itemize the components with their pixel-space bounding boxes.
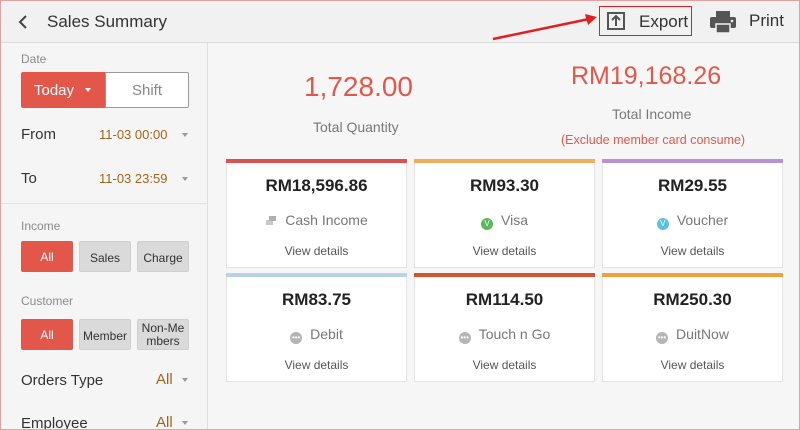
card-method: Cash Income xyxy=(227,212,406,228)
visa-icon: V xyxy=(481,218,493,230)
card-accent-bar xyxy=(602,159,783,163)
card-method-label: Voucher xyxy=(676,212,729,228)
card-method: ••• Touch n Go xyxy=(415,326,594,344)
view-details-link[interactable]: View details xyxy=(415,244,594,258)
card-amount: RM29.55 xyxy=(658,176,727,195)
to-date-selector[interactable]: 11-03 23:59 xyxy=(99,171,167,186)
card-amount: RM250.30 xyxy=(653,290,732,309)
income-all-chip[interactable]: All xyxy=(21,241,73,272)
card-method-label: DuitNow xyxy=(676,326,729,342)
payment-card-duitnow[interactable]: RM250.30 ••• DuitNow View details xyxy=(602,273,783,382)
card-amount: RM93.30 xyxy=(470,176,539,195)
payment-card-visa[interactable]: RM93.30 V Visa View details xyxy=(414,159,595,268)
from-date-selector[interactable]: 11-03 00:00 xyxy=(99,127,167,142)
filter-sidebar: Date Today Shift From 11-03 00:00 To 11-… xyxy=(1,43,208,430)
total-income-label: Total Income xyxy=(612,106,692,122)
card-method-label: Cash Income xyxy=(285,212,368,228)
from-label: From xyxy=(21,126,56,143)
export-label: Export xyxy=(639,12,689,31)
card-accent-bar xyxy=(226,273,407,277)
from-caret-icon xyxy=(182,133,188,137)
export-button[interactable]: Export xyxy=(599,6,692,36)
card-accent-bar xyxy=(226,159,407,163)
non-members-line-2: mbers xyxy=(146,334,180,348)
income-note: (Exclude member card consume) xyxy=(561,133,746,147)
card-method: V Voucher xyxy=(603,212,782,230)
card-accent-bar xyxy=(602,273,783,277)
tab-today[interactable]: Today xyxy=(21,72,105,108)
annotation-arrow xyxy=(492,14,597,41)
customer-section-label: Customer xyxy=(21,294,74,308)
view-details-link[interactable]: View details xyxy=(227,244,406,258)
orders-type-caret-icon xyxy=(182,378,188,382)
card-accent-bar xyxy=(414,159,595,163)
export-icon xyxy=(607,12,625,30)
card-method: ••• Debit xyxy=(227,326,406,344)
view-details-link[interactable]: View details xyxy=(415,358,594,372)
duitnow-icon: ••• xyxy=(656,332,669,344)
card-amount: RM18,596.86 xyxy=(265,176,368,195)
card-method: ••• DuitNow xyxy=(603,326,782,344)
customer-member-chip[interactable]: Member xyxy=(79,319,131,350)
debit-icon: ••• xyxy=(290,332,303,344)
to-caret-icon xyxy=(182,177,188,181)
back-arrow-icon[interactable] xyxy=(13,10,33,34)
app-window: Sales Summary Export Print Date Today Sh… xyxy=(0,0,800,430)
card-amount: RM114.50 xyxy=(465,290,544,309)
card-method-label: Debit xyxy=(310,326,343,342)
card-amount: RM83.75 xyxy=(282,290,351,309)
total-quantity-label: Total Quantity xyxy=(313,119,399,135)
income-sales-chip[interactable]: Sales xyxy=(79,241,131,272)
orders-type-selector[interactable]: All xyxy=(156,371,173,388)
view-details-link[interactable]: View details xyxy=(603,244,782,258)
payment-card-debit[interactable]: RM83.75 ••• Debit View details xyxy=(226,273,407,382)
divider xyxy=(1,203,208,204)
to-label: To xyxy=(21,170,37,187)
payment-card-voucher[interactable]: RM29.55 V Voucher View details xyxy=(602,159,783,268)
total-quantity-value: 1,728.00 xyxy=(304,71,413,102)
card-accent-bar xyxy=(414,273,595,277)
total-income-value: RM19,168.26 xyxy=(571,62,722,90)
payment-card-touchngo[interactable]: RM114.50 ••• Touch n Go View details xyxy=(414,273,595,382)
caret-down-icon xyxy=(85,88,91,92)
income-section-label: Income xyxy=(21,219,61,233)
page-title: Sales Summary xyxy=(47,12,167,31)
print-button[interactable]: Print xyxy=(709,8,797,36)
orders-type-label: Orders Type xyxy=(21,372,104,389)
tab-today-label: Today xyxy=(34,82,75,99)
customer-non-members-chip[interactable]: Non-Me mbers xyxy=(137,319,189,350)
touchngo-icon: ••• xyxy=(458,332,471,344)
top-bar: Sales Summary Export Print xyxy=(1,1,799,43)
card-method-label: Visa xyxy=(501,212,528,228)
print-label: Print xyxy=(749,11,784,30)
income-charge-chip[interactable]: Charge xyxy=(137,241,189,272)
card-method: V Visa xyxy=(415,212,594,230)
employee-selector[interactable]: All xyxy=(156,414,173,429)
employee-label: Employee xyxy=(21,415,88,430)
payment-card-cash[interactable]: RM18,596.86 Cash Income View details xyxy=(226,159,407,268)
cash-icon xyxy=(266,216,277,225)
customer-all-chip[interactable]: All xyxy=(21,319,73,350)
voucher-icon: V xyxy=(656,218,669,230)
tab-shift[interactable]: Shift xyxy=(105,72,189,108)
employee-caret-icon xyxy=(182,421,188,425)
view-details-link[interactable]: View details xyxy=(227,358,406,372)
date-section-label: Date xyxy=(21,52,47,66)
summary-panel: 1,728.00 Total Quantity RM19,168.26 Tota… xyxy=(208,43,799,429)
printer-icon xyxy=(710,11,736,34)
view-details-link[interactable]: View details xyxy=(603,358,782,372)
card-method-label: Touch n Go xyxy=(478,326,551,342)
